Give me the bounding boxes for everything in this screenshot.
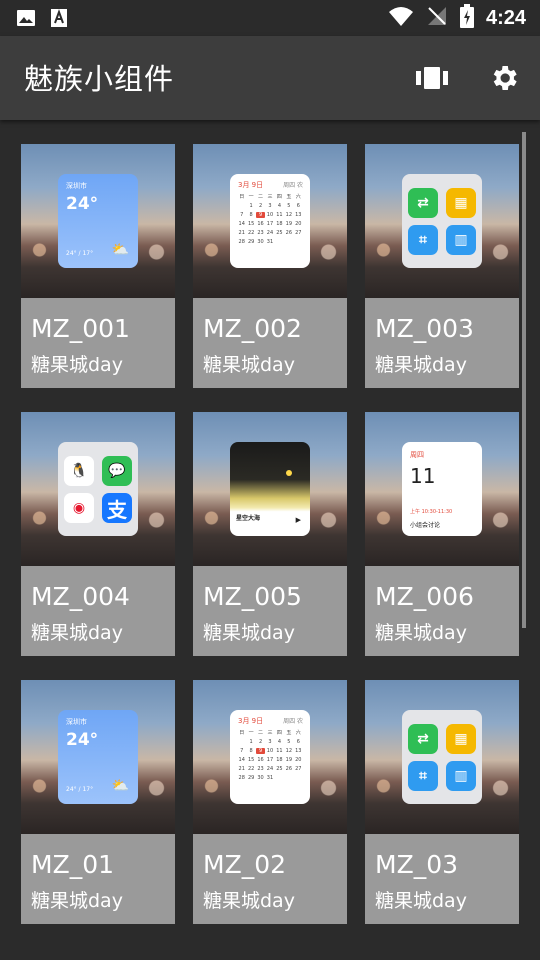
calendar-grid: 日一二三四五六 123456 7 8 9 10 11 12 13 14 15 16 17 18 19 2… [238, 730, 302, 781]
clock: 4:24 [485, 6, 526, 29]
card-title: MZ_01 [31, 850, 115, 879]
star-icon [286, 470, 292, 476]
card-subtitle: 糖果城day [375, 622, 467, 644]
card-title: MZ_003 [375, 314, 474, 343]
card-title: MZ_006 [375, 582, 474, 611]
widget-preview: ⇄ ▦ ⌗ ▥ [365, 144, 519, 298]
calendar-grid: 日一二三四五六 123456 7 8 9 10 11 12 13 14 15 16 17 18 19 2… [238, 194, 302, 245]
card-subtitle: 糖果城day [203, 622, 295, 644]
status-bar: 4:24 [0, 0, 540, 36]
weather-widget: 深圳市 24° 24° / 17° ⛅ [58, 710, 138, 804]
card-title: MZ_002 [203, 314, 302, 343]
card-subtitle: 糖果城day [203, 890, 295, 912]
weather-city: 深圳市 [66, 182, 87, 190]
alipay-icon: 支 [102, 493, 132, 523]
notes-widget: 周四 11 上午 10:30-11:30 小组会讨论 [402, 442, 482, 536]
widget-preview: 周四 11 上午 10:30-11:30 小组会讨论 [365, 412, 519, 566]
wechat-icon: 💬 [102, 456, 132, 486]
card-title: MZ_03 [375, 850, 459, 879]
card-subtitle: 糖果城day [375, 890, 467, 912]
widget-card[interactable]: 星空大海 ▶ MZ_005 糖果城day [193, 412, 347, 656]
no-signal-icon [426, 5, 448, 31]
qr-code-icon: ▦ [446, 188, 476, 218]
scan-icon: ⌗ [408, 225, 438, 255]
wechat-transfer-icon: ⇄ [408, 724, 438, 754]
widget-preview: 3月 9日 周四 农 日一二三四五六 123456 7 8 9 10 11 12 13 14… [193, 144, 347, 298]
apps-widget: ⇄ ▦ ⌗ ▥ [402, 710, 482, 804]
card-subtitle: 糖果城day [203, 354, 295, 376]
widget-card[interactable]: 深圳市 24° 24° / 17° ⛅ MZ_001 糖果城day [21, 144, 175, 388]
widget-card[interactable]: 深圳市 24° 24° / 17° ⛅ MZ_01 糖果城day [21, 680, 175, 924]
note-time: 上午 10:30-11:30 [410, 509, 453, 515]
scrollbar[interactable] [522, 132, 526, 628]
widget-card[interactable]: 周四 11 上午 10:30-11:30 小组会讨论 MZ_006 糖果城day [365, 412, 519, 656]
calendar-widget: 3月 9日 周四 农 日一二三四五六 123456 7 8 9 10 11 12 13 14… [230, 710, 310, 804]
widgets-icon[interactable] [414, 60, 450, 96]
widget-preview: 3月 9日 周四 农 日一二三四五六 123456 7 8 9 10 11 12 13 14… [193, 680, 347, 834]
widget-card[interactable]: ⇄ ▦ ⌗ ▥ MZ_03 糖果城day [365, 680, 519, 924]
page-title: 魅族小组件 [24, 62, 175, 96]
font-icon [50, 8, 68, 32]
widget-preview: 星空大海 ▶ [193, 412, 347, 566]
song-title: 星空大海 [236, 515, 261, 522]
card-title: MZ_001 [31, 314, 130, 343]
widget-card[interactable]: 🐧 💬 ◉ 支 MZ_004 糖果城day [21, 412, 175, 656]
card-subtitle: 糖果城day [375, 354, 467, 376]
wifi-icon [388, 5, 414, 31]
cloud-sun-icon: ⛅ [111, 242, 129, 258]
note-day: 11 [410, 464, 436, 488]
widget-preview: ⇄ ▦ ⌗ ▥ [365, 680, 519, 834]
app-toolbar: 魅族小组件 [0, 36, 540, 120]
calendar-weekday: 周四 农 [283, 718, 303, 725]
weather-widget: 深圳市 24° 24° / 17° ⛅ [58, 174, 138, 268]
qq-icon: 🐧 [64, 456, 94, 486]
apps-widget: ⇄ ▦ ⌗ ▥ [402, 174, 482, 268]
cloud-sun-icon: ⛅ [111, 778, 129, 794]
weather-temp: 24° [66, 194, 99, 214]
calendar-month: 3月 9日 [238, 181, 264, 189]
scan-icon: ⌗ [408, 761, 438, 791]
calendar-month: 3月 9日 [238, 717, 264, 725]
widget-preview: 深圳市 24° 24° / 17° ⛅ [21, 680, 175, 834]
note-label: 周四 [410, 451, 424, 459]
image-icon [16, 8, 36, 32]
battery-charging-icon [459, 4, 474, 32]
barcode-icon: ▥ [446, 761, 476, 791]
weather-range: 24° / 17° [66, 786, 94, 793]
barcode-icon: ▥ [446, 225, 476, 255]
weather-range: 24° / 17° [66, 250, 94, 257]
apps-widget: 🐧 💬 ◉ 支 [58, 442, 138, 536]
card-subtitle: 糖果城day [31, 890, 123, 912]
widget-card[interactable]: 3月 9日 周四 农 日一二三四五六 123456 7 8 9 10 11 12 13 14… [193, 680, 347, 924]
weather-temp: 24° [66, 730, 99, 750]
weather-city: 深圳市 [66, 718, 87, 726]
play-icon: ▶ [295, 516, 301, 524]
calendar-widget: 3月 9日 周四 农 日一二三四五六 123456 7 8 9 10 11 12 13 14… [230, 174, 310, 268]
wechat-transfer-icon: ⇄ [408, 188, 438, 218]
qr-code-icon: ▦ [446, 724, 476, 754]
card-title: MZ_005 [203, 582, 302, 611]
note-title: 小组会讨论 [410, 522, 441, 529]
gear-icon[interactable] [486, 60, 522, 96]
widget-preview: 🐧 💬 ◉ 支 [21, 412, 175, 566]
widget-card[interactable]: 3月 9日 周四 农 日一二三四五六 123456 7 8 9 10 11 12 13 14… [193, 144, 347, 388]
card-title: MZ_004 [31, 582, 130, 611]
widget-card[interactable]: ⇄ ▦ ⌗ ▥ MZ_003 糖果城day [365, 144, 519, 388]
card-title: MZ_02 [203, 850, 287, 879]
music-widget: 星空大海 ▶ [230, 442, 310, 536]
card-subtitle: 糖果城day [31, 622, 123, 644]
card-subtitle: 糖果城day [31, 354, 123, 376]
widget-preview: 深圳市 24° 24° / 17° ⛅ [21, 144, 175, 298]
weibo-icon: ◉ [64, 493, 94, 523]
calendar-weekday: 周四 农 [283, 182, 303, 189]
